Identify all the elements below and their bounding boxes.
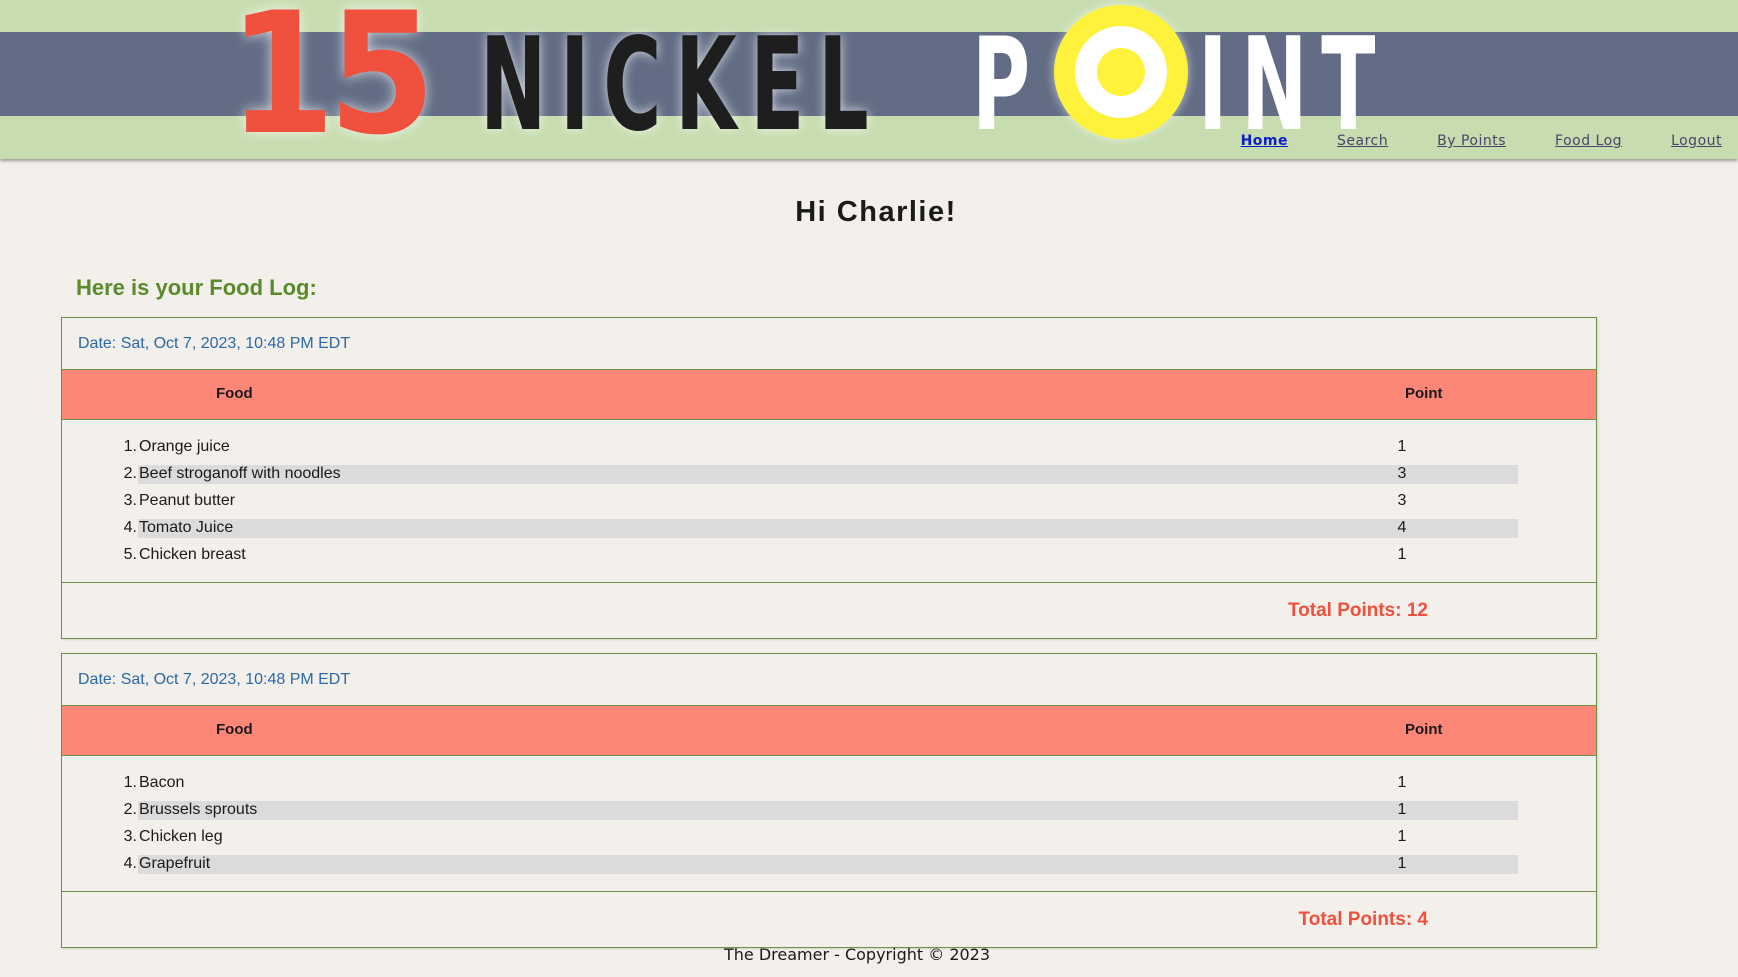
- item-number: 2.: [123, 465, 137, 482]
- list-item: 1. Bacon 1: [62, 770, 1596, 797]
- item-food-name: Chicken leg: [139, 828, 223, 845]
- list-item: 1. Orange juice 1: [62, 434, 1596, 461]
- item-number: 3.: [123, 828, 137, 845]
- item-food-name: Chicken breast: [139, 546, 246, 563]
- item-food-name: Grapefruit: [139, 855, 211, 872]
- list-item: 4. Tomato Juice 4: [62, 515, 1596, 542]
- logo-word-nickel: NICKEL: [480, 11, 883, 159]
- logo-word-int: INT: [1198, 11, 1389, 159]
- row-background: [138, 828, 1518, 847]
- list-item: 5. Chicken breast 1: [62, 542, 1596, 569]
- main-nav: Home Search By Points Food Log Logout: [1241, 133, 1722, 149]
- entry-items-list: 1. Orange juice 1 2. Beef stroganoff wit…: [62, 420, 1596, 583]
- item-points: 1: [1397, 855, 1407, 872]
- item-number: 4.: [123, 855, 137, 872]
- site-header: 15 NICKEL P INT Home Search By Points Fo…: [0, 0, 1738, 159]
- entry-date: Date: Sat, Oct 7, 2023, 10:48 PM EDT: [62, 654, 1596, 706]
- item-points: 3: [1397, 492, 1407, 509]
- item-food-name: Bacon: [139, 774, 185, 791]
- total-points: Total Points: 4: [1298, 909, 1428, 930]
- food-column-header: Food: [216, 721, 253, 738]
- item-food-name: Tomato Juice: [139, 519, 234, 536]
- item-number: 1.: [123, 438, 137, 455]
- item-food-name: Peanut butter: [139, 492, 236, 509]
- list-item: 2. Beef stroganoff with noodles 3: [62, 461, 1596, 488]
- row-background: [138, 855, 1518, 874]
- site-footer: The Dreamer - Copyright © 2023: [723, 945, 991, 964]
- point-column-header: Point: [1405, 385, 1443, 402]
- item-number: 3.: [123, 492, 137, 509]
- entry-date: Date: Sat, Oct 7, 2023, 10:48 PM EDT: [62, 318, 1596, 370]
- item-points: 1: [1397, 801, 1407, 818]
- food-log-heading: Here is your Food Log:: [76, 275, 317, 300]
- row-background: [138, 801, 1518, 820]
- logo-number: 15: [228, 0, 436, 159]
- row-background: [138, 492, 1518, 511]
- row-background: [138, 774, 1518, 793]
- logo-word-p: P: [972, 11, 1044, 159]
- list-item: 3. Peanut butter 3: [62, 488, 1596, 515]
- entry-total-row: Total Points: 12: [62, 583, 1596, 638]
- row-background: [138, 438, 1518, 457]
- item-food-name: Brussels sprouts: [139, 801, 258, 818]
- food-column-header: Food: [216, 385, 253, 402]
- nav-by-points-link[interactable]: By Points: [1437, 133, 1506, 149]
- entry-total-row: Total Points: 4: [62, 892, 1596, 947]
- logo-ring-core: [1097, 48, 1145, 96]
- item-food-name: Orange juice: [139, 438, 230, 455]
- nav-food-log-link[interactable]: Food Log: [1555, 133, 1622, 149]
- item-points: 3: [1397, 465, 1407, 482]
- item-number: 2.: [123, 801, 137, 818]
- item-food-name: Beef stroganoff with noodles: [139, 465, 341, 482]
- row-background: [138, 519, 1518, 538]
- nav-logout-link[interactable]: Logout: [1671, 133, 1722, 149]
- row-background: [138, 465, 1518, 484]
- greeting-title: Hi Charlie!: [795, 196, 957, 228]
- item-points: 1: [1397, 828, 1407, 845]
- point-column-header: Point: [1405, 721, 1443, 738]
- item-number: 1.: [123, 774, 137, 791]
- row-background: [138, 546, 1518, 565]
- item-points: 1: [1397, 546, 1407, 563]
- food-log-entry: Date: Sat, Oct 7, 2023, 10:48 PM EDT Foo…: [61, 317, 1597, 639]
- item-number: 5.: [123, 546, 137, 563]
- item-points: 4: [1397, 519, 1407, 536]
- list-item: 4. Grapefruit 1: [62, 851, 1596, 878]
- item-number: 4.: [123, 519, 137, 536]
- nav-search-link[interactable]: Search: [1337, 133, 1388, 149]
- entry-items-list: 1. Bacon 1 2. Brussels sprouts 1 3. Chic…: [62, 756, 1596, 892]
- food-log-entry: Date: Sat, Oct 7, 2023, 10:48 PM EDT Foo…: [61, 653, 1597, 948]
- nav-home-link[interactable]: Home: [1241, 133, 1288, 149]
- list-item: 3. Chicken leg 1: [62, 824, 1596, 851]
- item-points: 1: [1397, 774, 1407, 791]
- entry-table-header: Food Point: [62, 706, 1596, 756]
- total-points: Total Points: 12: [1287, 600, 1428, 621]
- item-points: 1: [1397, 438, 1407, 455]
- entry-table-header: Food Point: [62, 370, 1596, 420]
- list-item: 2. Brussels sprouts 1: [62, 797, 1596, 824]
